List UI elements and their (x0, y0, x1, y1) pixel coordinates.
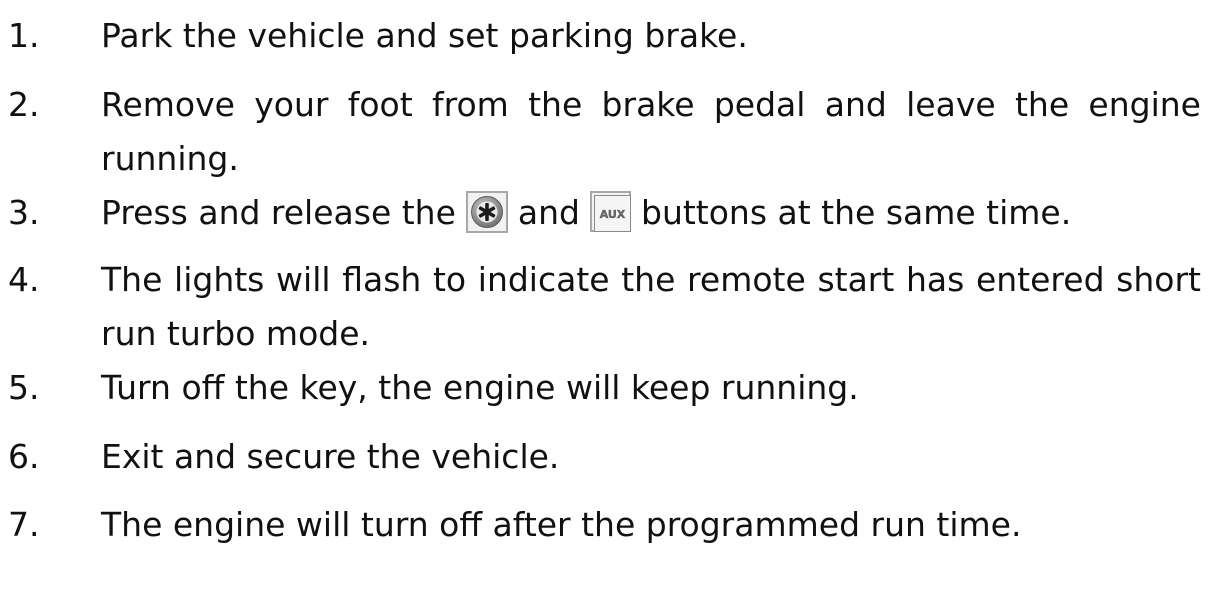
step-3: 3. Press and release the and AUX buttons… (0, 186, 1079, 240)
step-1: 1. Park the vehicle and set parking brak… (0, 9, 756, 63)
step-7: 7. The engine will turn off after the pr… (0, 498, 1029, 552)
aux-button-label: AUX (600, 208, 626, 221)
step-number: 7. (8, 505, 40, 544)
step-text: Exit and secure the vehicle. (101, 437, 560, 476)
step-text: Remove your foot from the brake pedal an… (101, 85, 1201, 178)
step-number: 1. (8, 16, 40, 55)
step-text: Park the vehicle and set parking brake. (101, 16, 748, 55)
step-number: 2. (8, 85, 40, 124)
step-2: 2. Remove your foot from the brake pedal… (0, 78, 1209, 186)
step-number: 3. (8, 193, 40, 232)
step-number: 4. (8, 260, 40, 299)
star-button-icon (465, 190, 508, 233)
aux-button-icon: AUX (590, 191, 631, 232)
step-text: Press and release the and AUX buttons at… (101, 186, 1071, 240)
step-5: 5. Turn off the key, the engine will kee… (0, 361, 867, 415)
step-6: 6. Exit and secure the vehicle. (0, 430, 567, 484)
step-number: 5. (8, 368, 40, 407)
step-text-before: Press and release the (101, 193, 456, 232)
step-text: The engine will turn off after the progr… (101, 505, 1022, 544)
step-number: 6. (8, 437, 40, 476)
step-text: Turn off the key, the engine will keep r… (101, 368, 859, 407)
step-text-after: buttons at the same time. (641, 193, 1072, 232)
step-text: The lights will flash to indicate the re… (101, 260, 1201, 353)
step-text-middle: and (517, 193, 580, 232)
step-4: 4. The lights will flash to indicate the… (0, 253, 1209, 361)
